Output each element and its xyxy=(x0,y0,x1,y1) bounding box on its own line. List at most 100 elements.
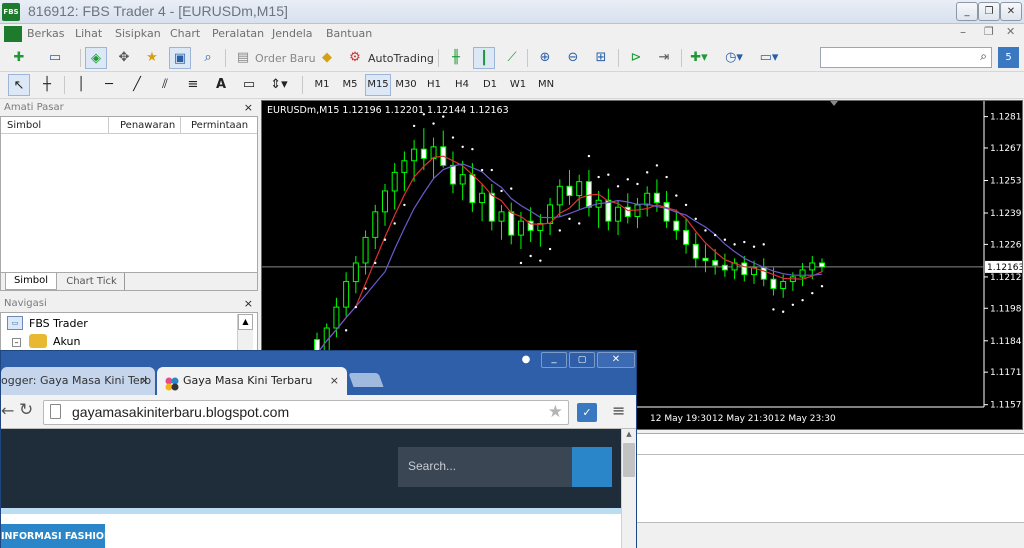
candle-body xyxy=(411,148,418,162)
terminal-icon[interactable]: ▣ xyxy=(169,47,191,69)
browser-tab-active[interactable]: Gaya Masa Kini Terbaru × xyxy=(157,367,347,395)
blog-search-button[interactable] xyxy=(572,447,612,487)
cursor-icon[interactable]: ↖ xyxy=(8,74,30,96)
column-bid[interactable]: Penawaran xyxy=(109,117,181,134)
arrows-icon[interactable]: ⇕▾ xyxy=(268,74,290,96)
menu-bantuan[interactable]: Bantuan xyxy=(326,27,372,40)
market-watch-icon[interactable]: ◈ xyxy=(85,47,107,69)
timeframe-m30[interactable]: M30 xyxy=(393,74,419,96)
back-icon[interactable]: ← xyxy=(1,401,14,420)
menu-chart[interactable]: Chart xyxy=(170,27,200,40)
close-button[interactable]: ✕ xyxy=(1000,2,1022,21)
mdi-restore-icon[interactable]: ❐ xyxy=(984,25,994,38)
bookmark-star-icon[interactable]: ★ xyxy=(548,402,563,422)
candle-body xyxy=(449,164,456,185)
indicators-icon[interactable]: ✚▾ xyxy=(688,47,710,69)
new-order-button[interactable]: Order Baru xyxy=(255,52,316,65)
templates-icon[interactable]: ▭▾ xyxy=(758,47,780,69)
url-box[interactable]: gayamasakiniterbaru.blogspot.com ★ xyxy=(43,400,569,425)
browser-tab-blogger[interactable]: ogger: Gaya Masa Kini Terb × xyxy=(1,367,155,395)
tester-icon[interactable]: ⌕ xyxy=(197,47,219,69)
reload-icon[interactable]: ↻ xyxy=(19,400,33,420)
close-icon[interactable]: × xyxy=(244,100,253,116)
column-ask[interactable]: Permintaan xyxy=(181,117,257,134)
accounts-icon xyxy=(29,334,47,348)
extension-icon[interactable]: ✓ xyxy=(577,403,597,422)
channel-icon[interactable]: ⫽ xyxy=(154,74,176,96)
menu-app-icon[interactable] xyxy=(4,26,22,42)
menu-sisipkan[interactable]: Sisipkan xyxy=(115,27,161,40)
menu-icon[interactable]: ≡ xyxy=(612,401,625,420)
menu-berkas[interactable]: Berkas xyxy=(27,27,65,40)
horizontal-line-icon[interactable]: ─ xyxy=(98,74,120,96)
vertical-line-icon[interactable]: │ xyxy=(70,74,92,96)
close-icon[interactable]: × xyxy=(140,367,149,395)
crosshair-icon[interactable]: ┼ xyxy=(36,74,58,96)
bar-chart-icon[interactable]: ╫ xyxy=(445,47,467,69)
profile-icon[interactable]: ● xyxy=(517,354,535,368)
new-chart-icon[interactable]: ✚ xyxy=(8,47,30,69)
navigator-item-akun[interactable]: Akun xyxy=(53,335,81,348)
browser-maximize-button[interactable]: ▢ xyxy=(569,352,595,368)
line-chart-icon[interactable]: ⟋ xyxy=(501,47,523,69)
sar-dot xyxy=(820,285,824,288)
timeframe-m15[interactable]: M15 xyxy=(365,74,391,96)
sar-dot xyxy=(568,217,571,221)
data-window-icon[interactable]: ✥ xyxy=(113,47,135,69)
timeframe-m5[interactable]: M5 xyxy=(337,74,363,96)
collapse-icon[interactable]: – xyxy=(12,338,21,347)
new-tab-button[interactable] xyxy=(348,373,384,387)
navigator-item-fbs[interactable]: FBS Trader xyxy=(29,317,88,330)
fibonacci-icon[interactable]: ≡ xyxy=(182,74,204,96)
menu-lihat[interactable]: Lihat xyxy=(75,27,102,40)
tile-windows-icon[interactable]: ⊞ xyxy=(590,47,612,69)
profiles-icon[interactable]: ▭ xyxy=(44,47,66,69)
mdi-minimize-icon[interactable]: – xyxy=(960,25,966,39)
blog-search-input[interactable]: Search... xyxy=(398,447,572,487)
scroll-thumb[interactable] xyxy=(623,443,635,477)
timeframe-w1[interactable]: W1 xyxy=(505,74,531,96)
trendline-icon[interactable]: ╱ xyxy=(126,74,148,96)
auto-scroll-icon[interactable]: ⊳ xyxy=(625,47,647,69)
timeframe-m1[interactable]: M1 xyxy=(309,74,335,96)
tab-symbol[interactable]: Simbol xyxy=(5,273,57,290)
community-icon[interactable]: 5 xyxy=(998,47,1019,68)
tab-chart-tick[interactable]: Chart Tick xyxy=(59,273,125,290)
mdi-close-icon[interactable]: ✕ xyxy=(1006,25,1015,38)
page-scrollbar[interactable]: ▲ xyxy=(621,429,636,548)
zoom-out-icon[interactable]: ⊖ xyxy=(562,47,584,69)
page-icon xyxy=(50,404,61,419)
scroll-up-icon[interactable]: ▲ xyxy=(622,429,636,439)
navigator-icon[interactable]: ★ xyxy=(141,47,163,69)
close-icon[interactable]: × xyxy=(330,367,339,395)
chart-shift-icon[interactable]: ⇥ xyxy=(653,47,675,69)
menu-peralatan[interactable]: Peralatan xyxy=(212,27,264,40)
autotrading-icon[interactable]: ⚙ xyxy=(344,47,366,69)
close-icon[interactable]: × xyxy=(244,296,253,312)
label-tool-icon[interactable]: ▭ xyxy=(238,74,260,96)
periods-icon[interactable]: ◷▾ xyxy=(723,47,745,69)
url-text[interactable]: gayamasakiniterbaru.blogspot.com xyxy=(72,404,289,420)
text-tool-icon[interactable]: A xyxy=(210,74,232,96)
nav-informasi-fashion[interactable]: INFORMASI FASHION xyxy=(1,524,105,548)
candlestick-icon[interactable]: ┃ xyxy=(473,47,495,69)
sar-dot xyxy=(393,222,396,225)
search-icon[interactable]: ⌕ xyxy=(980,49,987,64)
autotrading-button[interactable]: AutoTrading xyxy=(368,52,434,65)
column-symbol[interactable]: Simbol xyxy=(1,117,109,134)
browser-minimize-button[interactable]: _ xyxy=(541,352,567,368)
timeframe-d1[interactable]: D1 xyxy=(477,74,503,96)
timeframe-h1[interactable]: H1 xyxy=(421,74,447,96)
metaeditor-icon[interactable]: ◆ xyxy=(316,47,338,69)
browser-close-button[interactable]: ✕ xyxy=(597,352,635,368)
zoom-in-icon[interactable]: ⊕ xyxy=(534,47,556,69)
minimize-button[interactable]: _ xyxy=(956,2,978,21)
restore-button[interactable]: ❐ xyxy=(978,2,1000,21)
new-order-icon[interactable]: ▤ xyxy=(232,47,254,69)
scroll-up-icon[interactable]: ▲ xyxy=(238,314,253,330)
menu-jendela[interactable]: Jendela xyxy=(272,27,313,40)
timeframe-mn[interactable]: MN xyxy=(533,74,559,96)
navigator-scrollbar[interactable]: ▲ xyxy=(237,314,253,352)
search-input[interactable]: ⌕ xyxy=(820,47,992,68)
timeframe-h4[interactable]: H4 xyxy=(449,74,475,96)
